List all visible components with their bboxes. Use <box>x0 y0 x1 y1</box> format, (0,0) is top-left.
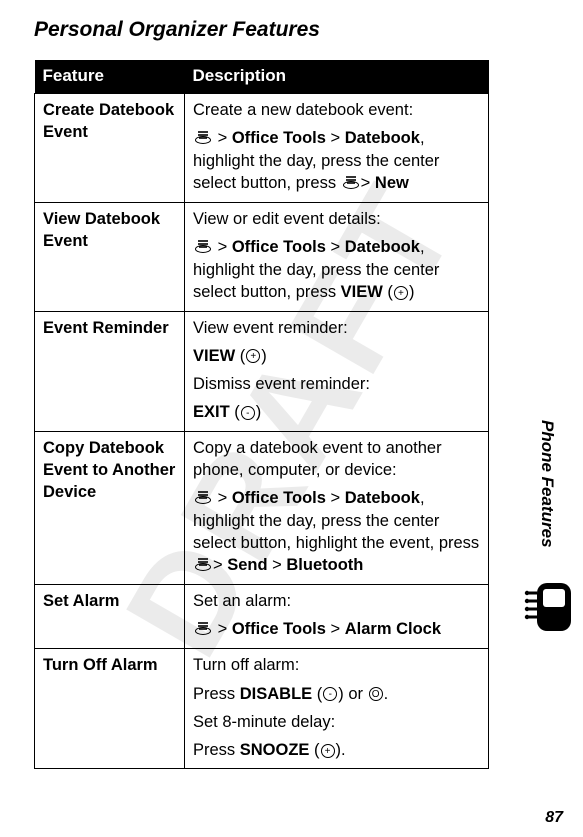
bold-label: Office Tools <box>232 620 326 638</box>
page-number: 87 <box>545 809 563 827</box>
description-line: > Office Tools > Datebook, highlight the… <box>193 236 480 303</box>
menu-key-icon <box>195 128 211 150</box>
bold-label: Datebook <box>345 129 420 147</box>
feature-name: Set Alarm <box>35 585 185 649</box>
feature-description: View event reminder: VIEW (+) Dismiss even… <box>185 311 489 431</box>
bold-label: Office Tools <box>232 489 326 507</box>
description-line: Press DISABLE (-) or O. <box>193 683 480 705</box>
description-line: Turn off alarm: <box>193 654 480 676</box>
softkey-icon: + <box>246 349 260 363</box>
description-line: Set 8-minute delay: <box>193 711 480 733</box>
menu-key-icon <box>343 173 359 195</box>
description-line: Create a new datebook event: <box>193 99 480 121</box>
section-title: Personal Organizer Features <box>34 18 555 42</box>
feature-description: Turn off alarm: Press DISABLE (-) or O. Se… <box>185 649 489 769</box>
bold-label: VIEW <box>341 283 383 301</box>
description-line: Press SNOOZE (+). <box>193 739 480 761</box>
description-line: View event reminder: <box>193 317 480 339</box>
page-content: Personal Organizer Features Feature Desc… <box>0 0 583 769</box>
bold-label: Office Tools <box>232 129 326 147</box>
features-table: Feature Description Create Datebook Even… <box>34 60 489 769</box>
description-line: EXIT (-) <box>193 401 480 423</box>
menu-key-icon <box>195 555 211 577</box>
softkey-icon: - <box>323 687 337 701</box>
description-line: > Office Tools > Datebook, highlight the… <box>193 487 480 577</box>
description-line: > Office Tools > Datebook, highlight the… <box>193 127 480 195</box>
menu-key-icon <box>195 488 211 510</box>
feature-name: Event Reminder <box>35 311 185 431</box>
softkey-icon: - <box>241 406 255 420</box>
menu-key-icon <box>195 237 211 259</box>
description-line: Copy a datebook event to another phone, … <box>193 437 480 482</box>
softkey-icon: O <box>369 687 383 701</box>
bold-label: Datebook <box>345 238 420 256</box>
table-row: Create Datebook EventCreate a new datebo… <box>35 93 489 202</box>
bold-label: Bluetooth <box>286 556 363 574</box>
table-row: View Datebook EventView or edit event de… <box>35 203 489 312</box>
bold-label: Datebook <box>345 489 420 507</box>
side-section-label: Phone Features <box>537 420 557 548</box>
table-row: Copy Datebook Event to Another DeviceCop… <box>35 431 489 585</box>
bold-label: New <box>375 174 409 192</box>
feature-name: View Datebook Event <box>35 203 185 312</box>
bold-label: EXIT <box>193 403 230 421</box>
feature-description: Copy a datebook event to another phone, … <box>185 431 489 585</box>
description-line: > Office Tools > Alarm Clock <box>193 618 480 641</box>
description-line: Dismiss event reminder: <box>193 373 480 395</box>
softkey-icon: + <box>394 286 408 300</box>
table-row: Event Reminder View event reminder: VIEW (… <box>35 311 489 431</box>
phone-icon <box>517 583 577 639</box>
feature-description: Create a new datebook event: > Office To… <box>185 93 489 202</box>
softkey-icon: + <box>321 744 335 758</box>
side-panel: Phone Features <box>517 420 577 639</box>
description-line: View or edit event details: <box>193 208 480 230</box>
bold-label: Office Tools <box>232 238 326 256</box>
bold-label: Alarm Clock <box>345 620 441 638</box>
feature-description: View or edit event details: > Office Too… <box>185 203 489 312</box>
bold-label: DISABLE <box>240 685 312 703</box>
description-line: VIEW (+) <box>193 345 480 367</box>
header-feature: Feature <box>35 60 185 93</box>
description-line: Set an alarm: <box>193 590 480 612</box>
bold-label: VIEW <box>193 347 235 365</box>
feature-name: Turn Off Alarm <box>35 649 185 769</box>
bold-label: Send <box>227 556 267 574</box>
bold-label: SNOOZE <box>240 741 310 759</box>
menu-key-icon <box>195 619 211 641</box>
feature-description: Set an alarm: > Office Tools > Alarm Clo… <box>185 585 489 649</box>
table-row: Set AlarmSet an alarm: > Office Tools > … <box>35 585 489 649</box>
header-description: Description <box>185 60 489 93</box>
table-row: Turn Off Alarm Turn off alarm: Press DISAB… <box>35 649 489 769</box>
feature-name: Create Datebook Event <box>35 93 185 202</box>
feature-name: Copy Datebook Event to Another Device <box>35 431 185 585</box>
